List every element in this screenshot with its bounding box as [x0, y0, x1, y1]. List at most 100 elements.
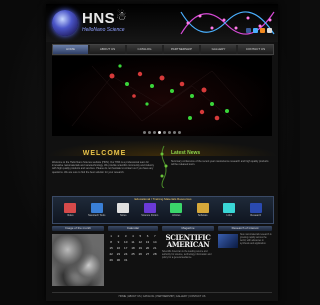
logo-orb-icon[interactable] [52, 10, 78, 36]
resources-bar: Educational / Training Materials Resourc… [52, 196, 274, 224]
scientific-american-block[interactable]: SCIENTIFIC AMERICAN Scientific American … [162, 234, 214, 260]
nav-home[interactable]: HOME [53, 45, 88, 54]
resources-list: Video Nanotech Tools Notes Science Fiction A… [53, 202, 273, 217]
slider-dot[interactable] [148, 131, 151, 134]
site-frame: HNS ☃ HelloNano Science HOME ABOUT US CA… [46, 4, 278, 301]
resource-item[interactable]: Science Fiction [140, 202, 160, 217]
resource-label: Links [226, 214, 233, 217]
calendar-day[interactable]: 28 [152, 252, 158, 257]
resource-icon [117, 203, 130, 213]
latest-news-section: Latest News Summary conference of the re… [171, 150, 271, 186]
calendar-day[interactable]: 17 [123, 246, 129, 251]
calendar-day[interactable]: 21 [152, 246, 158, 251]
slider-dot[interactable] [163, 131, 166, 134]
facebook-icon[interactable] [246, 28, 251, 33]
research-panel: Research of interest New nanomaterials r… [218, 226, 272, 286]
scientific-american-logo[interactable]: SCIENTIFIC AMERICAN [162, 234, 214, 248]
calendar-day[interactable]: 20 [144, 246, 150, 251]
calendar-day[interactable]: 2 [115, 234, 121, 239]
calendar-day[interactable]: 19 [137, 246, 143, 251]
page: HNS ☃ HelloNano Science HOME ABOUT US CA… [0, 0, 300, 305]
nav-partnership[interactable]: PARTNERSHIP [164, 45, 199, 54]
slider-dot[interactable] [178, 131, 181, 134]
slider-dot[interactable] [153, 131, 156, 134]
calendar-day[interactable]: 3 [123, 234, 129, 239]
hero-slider[interactable] [52, 56, 272, 136]
resource-item[interactable]: Articles [166, 202, 186, 217]
calendar-day[interactable]: 16 [115, 246, 121, 251]
resource-label: Articles [172, 214, 181, 217]
resource-item[interactable]: Links [219, 202, 239, 217]
vine-ornament-icon [160, 145, 168, 188]
resource-icon [64, 203, 77, 213]
calendar-day[interactable]: 23 [115, 252, 121, 257]
welcome-text: Welcome to the Hello Nano Science websit… [52, 161, 155, 174]
site-footer[interactable]: HOME | ABOUT US | CATALOG | PARTNERSHIP … [52, 292, 272, 300]
calendar-day[interactable]: 12 [137, 240, 143, 245]
resource-item[interactable]: Video [60, 202, 80, 217]
calendar-day[interactable]: 22 [108, 252, 114, 257]
resource-item[interactable]: Nanotech Tools [87, 202, 107, 217]
twitter-icon[interactable] [253, 28, 258, 33]
calendar-day[interactable]: 5 [137, 234, 143, 239]
resource-item[interactable]: Software [193, 202, 213, 217]
resource-icon [170, 203, 183, 213]
resource-label: Notes [119, 214, 127, 217]
calendar-day[interactable]: 24 [123, 252, 129, 257]
calendar-day[interactable]: 13 [144, 240, 150, 245]
calendar-day[interactable]: 14 [152, 240, 158, 245]
research-block[interactable]: New nanomaterials research is growing ra… [218, 234, 272, 248]
welcome-title: WELCOME [82, 150, 127, 157]
latest-news-title: Latest News [171, 150, 201, 156]
calendar-day[interactable]: 4 [130, 234, 136, 239]
slider-pagination [52, 131, 272, 134]
calendar-day[interactable]: 29 [108, 258, 114, 263]
resource-item[interactable]: Notes [113, 202, 133, 217]
welcome-section: WELCOME Welcome to the Hello Nano Scienc… [52, 150, 157, 186]
calendar-day[interactable]: 1 [108, 234, 114, 239]
calendar-day[interactable]: 15 [108, 246, 114, 251]
latest-news-text[interactable]: Summary conference of the recent year na… [171, 160, 271, 166]
site-header: HNS ☃ HelloNano Science [46, 4, 278, 42]
logo-text[interactable]: HNS [82, 10, 115, 27]
nav-gallery[interactable]: GALLERY [201, 45, 236, 54]
hero-slide-image [71, 64, 253, 129]
resource-item[interactable]: Research [246, 202, 266, 217]
calendar-day[interactable]: 9 [115, 240, 121, 245]
resource-icon [249, 203, 262, 213]
calendar-day[interactable]: 11 [130, 240, 136, 245]
logo-subtitle: HelloNano Science [82, 27, 125, 33]
calendar-day[interactable]: 25 [130, 252, 136, 257]
research-thumbnail[interactable] [218, 234, 238, 248]
resource-icon [90, 203, 103, 213]
sciam-text: Scientific American is the leading sourc… [162, 251, 212, 259]
sciam-logo-line2: AMERICAN [166, 240, 210, 249]
nav-about[interactable]: ABOUT US [90, 45, 125, 54]
resource-label: Software [197, 214, 208, 217]
calendar-day[interactable]: 6 [144, 234, 150, 239]
dna-helix-icon [180, 11, 275, 35]
image-of-month-title: Image of the month [52, 226, 104, 231]
resource-icon [143, 203, 156, 213]
mail-icon[interactable] [267, 28, 272, 33]
slider-dot-active[interactable] [158, 131, 161, 134]
slider-dot[interactable] [143, 131, 146, 134]
calendar-day[interactable]: 27 [144, 252, 150, 257]
nav-catalog[interactable]: CATALOG [127, 45, 162, 54]
calendar-day[interactable]: 26 [137, 252, 143, 257]
calendar-panel: Calendar 1 2 3 4 5 6 7 8 9 10 11 12 13 14 15 16 17 18 19 20… [108, 226, 158, 286]
resource-label: Video [67, 214, 74, 217]
microscopy-image[interactable] [52, 234, 104, 286]
calendar-day[interactable]: 10 [123, 240, 129, 245]
resource-icon [196, 203, 209, 213]
rss-icon[interactable] [260, 28, 265, 33]
slider-dot[interactable] [168, 131, 171, 134]
calendar-day[interactable]: 7 [152, 234, 158, 239]
resource-label: Research [250, 214, 262, 217]
nav-contact[interactable]: CONTACT US [238, 45, 273, 54]
calendar-day[interactable]: 18 [130, 246, 136, 251]
calendar-day[interactable]: 30 [115, 258, 121, 263]
calendar-day[interactable]: 8 [108, 240, 114, 245]
calendar-day[interactable]: 31 [123, 258, 129, 263]
slider-dot[interactable] [173, 131, 176, 134]
